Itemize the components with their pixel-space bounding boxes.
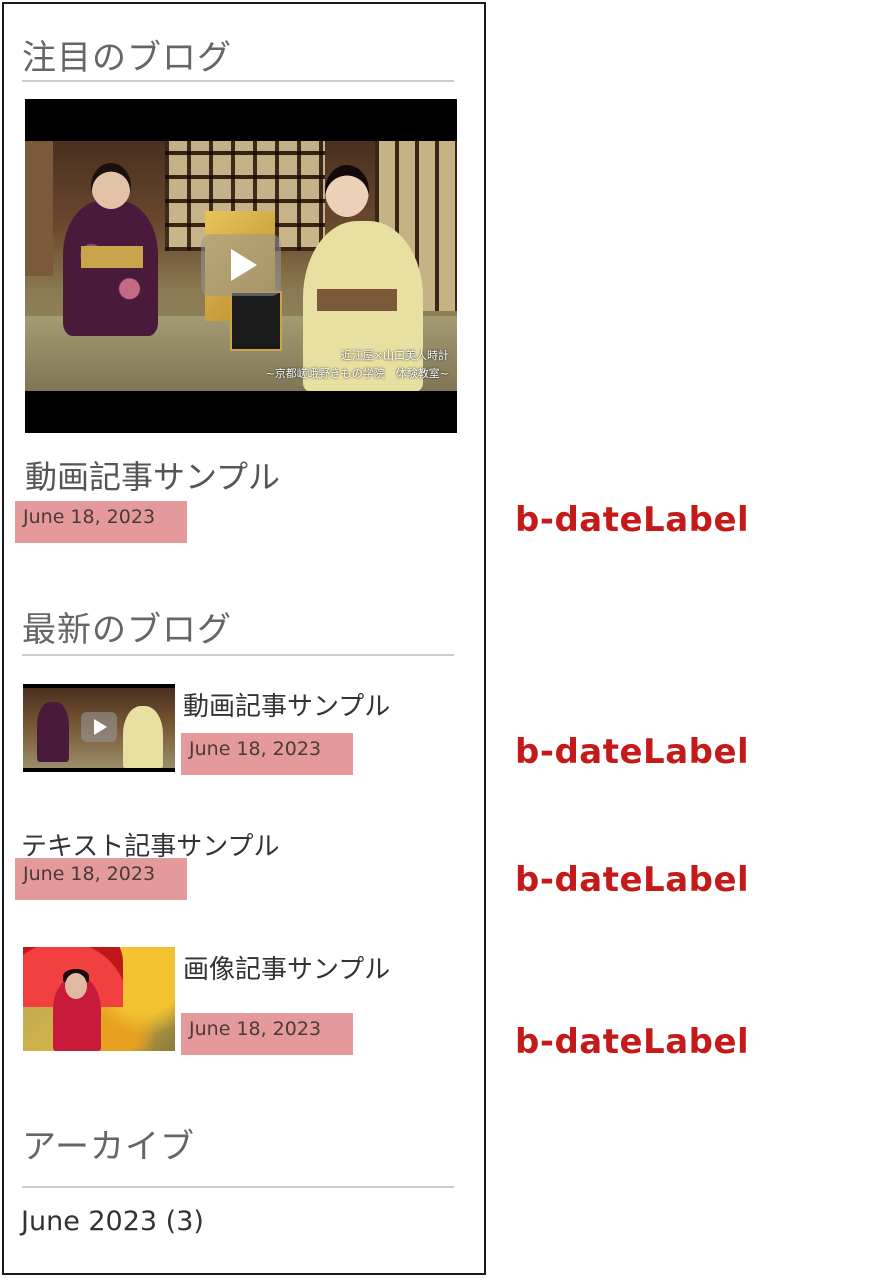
archive-heading: アーカイブ [22, 1127, 195, 1167]
play-icon[interactable] [201, 234, 281, 296]
video-caption-line2: ~京都嵯峨野きもの学院 体験教室~ [265, 367, 449, 380]
date-label-annotation: b-dateLabel [515, 1022, 750, 1062]
featured-divider [22, 80, 454, 82]
video-caption: 近江屋×山口美人時計 ~京都嵯峨野きもの学院 体験教室~ [266, 347, 449, 383]
latest-heading: 最新のブログ [22, 610, 232, 650]
sidebar-panel: 注目のブログ 近江屋×山口美人時計 ~京都嵯峨野きもの学院 体験教室~ 動画記事… [2, 2, 486, 1275]
video-caption-line1: 近江屋×山口美人時計 [340, 349, 449, 362]
latest-post-1-thumbnail[interactable] [23, 684, 175, 772]
latest-post-3-title[interactable]: 画像記事サンプル [183, 949, 390, 986]
latest-post-3-date: June 18, 2023 [181, 1013, 353, 1055]
date-label-annotation: b-dateLabel [515, 732, 750, 772]
latest-post-3-thumbnail[interactable] [23, 947, 175, 1051]
date-label-annotation: b-dateLabel [515, 500, 750, 540]
latest-post-1-title[interactable]: 動画記事サンプル [183, 686, 390, 723]
latest-post-1-date: June 18, 2023 [181, 733, 353, 775]
play-icon [81, 712, 117, 742]
date-label-annotation: b-dateLabel [515, 860, 750, 900]
featured-heading: 注目のブログ [22, 38, 232, 78]
video-person-left [63, 201, 158, 336]
featured-date-label: June 18, 2023 [15, 501, 187, 543]
archive-item[interactable]: June 2023 (3) [21, 1206, 204, 1237]
latest-post-2-date: June 18, 2023 [15, 858, 187, 900]
archive-divider [22, 1186, 454, 1188]
featured-post-title[interactable]: 動画記事サンプル [25, 452, 280, 498]
latest-divider [22, 654, 454, 656]
featured-video[interactable]: 近江屋×山口美人時計 ~京都嵯峨野きもの学院 体験教室~ [25, 99, 457, 433]
